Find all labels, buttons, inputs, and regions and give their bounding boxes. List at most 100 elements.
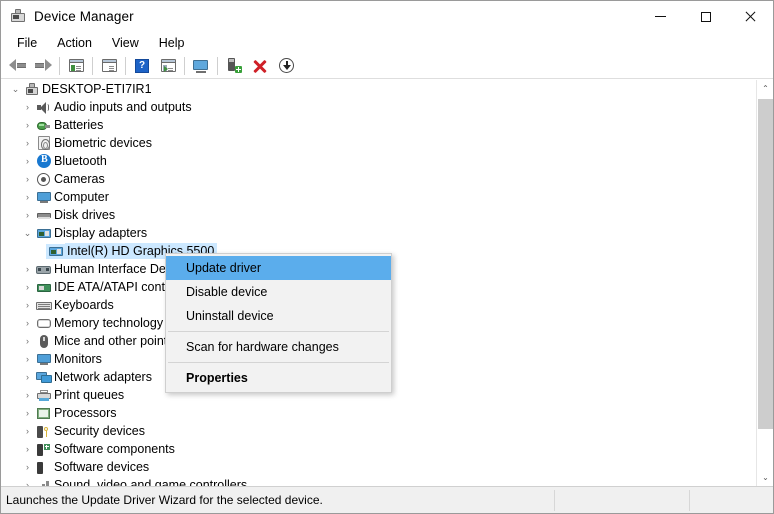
show-hide-action-pane-button[interactable] — [155, 54, 181, 78]
context-menu-item-update-driver[interactable]: Update driver — [166, 256, 391, 280]
fingerprint-icon — [34, 136, 53, 150]
back-arrow-icon — [8, 59, 26, 72]
chevron-down-icon[interactable]: ⌄ — [9, 84, 22, 95]
scrollbar-track[interactable] — [757, 97, 773, 469]
tree-item-cameras[interactable]: › Cameras — [1, 170, 748, 188]
chevron-right-icon[interactable]: › — [21, 372, 34, 382]
chevron-right-icon[interactable]: › — [21, 426, 34, 436]
tree-root-desktop[interactable]: ⌄ DESKTOP-ETI7IR1 — [1, 80, 748, 98]
disable-device-button[interactable] — [273, 54, 299, 78]
chevron-right-icon[interactable]: › — [21, 192, 34, 202]
chevron-right-icon[interactable]: › — [21, 462, 34, 472]
menu-view[interactable]: View — [102, 34, 149, 52]
sound-controller-icon — [34, 478, 53, 486]
chevron-right-icon[interactable]: › — [21, 354, 34, 364]
uninstall-device-button[interactable] — [247, 54, 273, 78]
tree-item-bluetooth[interactable]: › Bluetooth — [1, 152, 748, 170]
context-menu-item-properties[interactable]: Properties — [166, 366, 391, 390]
chevron-right-icon[interactable]: › — [21, 336, 34, 346]
memory-icon — [34, 316, 53, 331]
tree-item-security-devices[interactable]: › Security devices — [1, 422, 748, 440]
back-button[interactable] — [4, 54, 30, 78]
update-driver-monitor-icon — [193, 59, 209, 73]
tree-item-label: Software devices — [54, 460, 150, 474]
help-button[interactable]: ? — [129, 54, 155, 78]
tree-item-processors[interactable]: › Processors — [1, 404, 748, 422]
menu-action[interactable]: Action — [47, 34, 102, 52]
tree-item-sound-video-and-game-controllers[interactable]: › Sound, video and game controllers — [1, 476, 748, 486]
toolbar-separator — [217, 56, 218, 75]
tree-item-label: Processors — [54, 406, 117, 420]
close-button[interactable] — [728, 1, 773, 32]
monitor-icon — [34, 190, 53, 205]
maximize-button[interactable] — [683, 1, 728, 32]
network-adapter-icon — [34, 370, 53, 385]
battery-icon — [34, 118, 53, 133]
console-tree-icon — [68, 59, 84, 72]
window-controls — [638, 1, 773, 32]
chevron-right-icon[interactable]: › — [21, 300, 34, 310]
forward-arrow-icon — [34, 59, 52, 72]
chevron-right-icon[interactable]: › — [21, 138, 34, 148]
context-menu-item-uninstall-device[interactable]: Uninstall device — [166, 304, 391, 328]
chevron-right-icon[interactable]: › — [21, 408, 34, 418]
chevron-down-icon[interactable]: ⌄ — [21, 228, 34, 239]
mouse-icon — [34, 334, 53, 349]
software-component-icon — [34, 442, 53, 457]
tree-item-disk-drives[interactable]: › Disk drives — [1, 206, 748, 224]
chevron-right-icon[interactable]: › — [21, 174, 34, 184]
tree-item-label: Audio inputs and outputs — [54, 100, 192, 114]
update-driver-button[interactable] — [188, 54, 214, 78]
hid-icon — [34, 262, 53, 277]
vertical-scrollbar[interactable]: ⌃ ⌄ — [756, 80, 773, 486]
status-divider — [554, 490, 555, 511]
tree-item-label: Bluetooth — [54, 154, 107, 168]
tree-item-batteries[interactable]: › Batteries — [1, 116, 748, 134]
security-device-icon — [34, 424, 53, 439]
properties-button[interactable] — [96, 54, 122, 78]
tree-item-computer[interactable]: › Computer — [1, 188, 748, 206]
scrollbar-thumb[interactable] — [758, 99, 773, 429]
scroll-down-button[interactable]: ⌄ — [757, 469, 773, 486]
action-pane-icon — [160, 59, 176, 72]
toolbar-separator — [92, 56, 93, 75]
tree-item-biometric-devices[interactable]: › Biometric devices — [1, 134, 748, 152]
show-hide-console-tree-button[interactable] — [63, 54, 89, 78]
chevron-right-icon[interactable]: › — [21, 156, 34, 166]
tree-item-label: Print queues — [54, 388, 125, 402]
close-icon — [745, 11, 756, 22]
chevron-right-icon[interactable]: › — [21, 444, 34, 454]
display-adapter-icon — [34, 226, 53, 241]
chevron-right-icon[interactable]: › — [21, 390, 34, 400]
computer-icon — [22, 82, 41, 97]
tree-item-software-components[interactable]: › Software components — [1, 440, 748, 458]
scan-for-hardware-changes-button[interactable] — [221, 54, 247, 78]
chevron-right-icon[interactable]: › — [21, 210, 34, 220]
tree-item-label: Security devices — [54, 424, 146, 438]
context-menu-item-scan-for-hardware-changes[interactable]: Scan for hardware changes — [166, 335, 391, 359]
tree-item-label: Monitors — [54, 352, 102, 366]
chevron-right-icon[interactable]: › — [21, 318, 34, 328]
toolbar-separator — [59, 56, 60, 75]
chevron-right-icon[interactable]: › — [21, 120, 34, 130]
tree-item-label: Cameras — [54, 172, 105, 186]
menu-help[interactable]: Help — [149, 34, 195, 52]
context-menu-separator — [168, 362, 389, 363]
tree-item-label: Display adapters — [54, 226, 148, 240]
properties-window-icon — [101, 59, 117, 72]
chevron-right-icon[interactable]: › — [21, 282, 34, 292]
chevron-right-icon[interactable]: › — [21, 264, 34, 274]
context-menu-item-disable-device[interactable]: Disable device — [166, 280, 391, 304]
chevron-right-icon[interactable]: › — [21, 102, 34, 112]
processor-icon — [34, 406, 53, 421]
menu-file[interactable]: File — [7, 34, 47, 52]
minimize-button[interactable] — [638, 1, 683, 32]
toolbar-separator — [125, 56, 126, 75]
forward-button[interactable] — [30, 54, 56, 78]
tree-item-label: Software components — [54, 442, 175, 456]
scroll-up-button[interactable]: ⌃ — [757, 80, 773, 97]
tree-item-software-devices[interactable]: › Software devices — [1, 458, 748, 476]
tree-item-display-adapters[interactable]: ⌄ Display adapters — [1, 224, 748, 242]
tree-item-audio-inputs-and-outputs[interactable]: › Audio inputs and outputs — [1, 98, 748, 116]
status-message: Launches the Update Driver Wizard for th… — [6, 493, 323, 507]
